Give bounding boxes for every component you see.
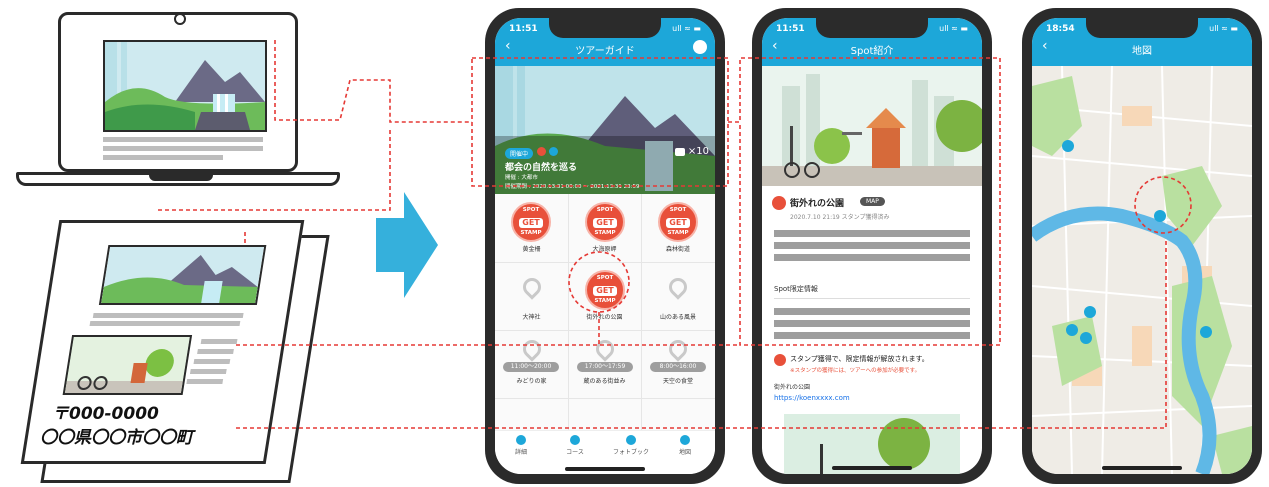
phone-notch	[1086, 18, 1198, 38]
phone-notch	[549, 18, 661, 38]
laptop-camera	[174, 13, 186, 25]
phone-notch	[816, 18, 928, 38]
connector-lines	[158, 40, 1192, 429]
